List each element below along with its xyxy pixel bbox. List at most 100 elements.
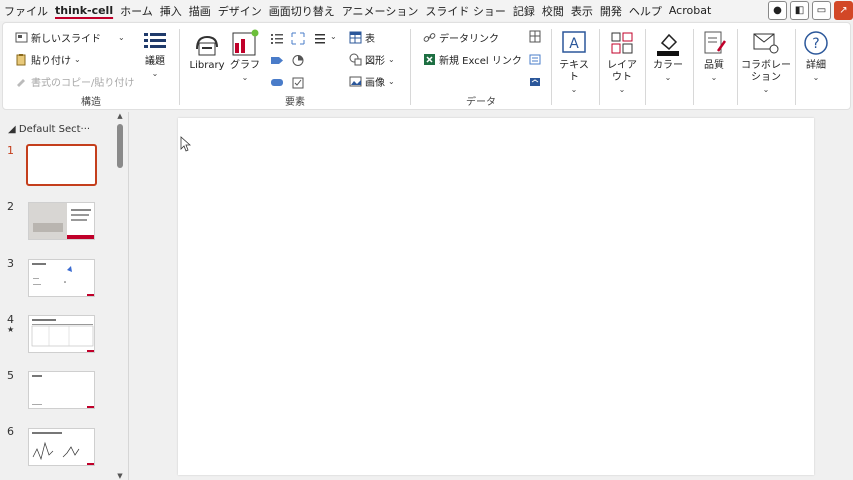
data-grid-icon[interactable] bbox=[528, 30, 542, 43]
chevron-shape-icon[interactable] bbox=[270, 54, 284, 67]
slide-canvas[interactable] bbox=[178, 118, 814, 475]
menu-view[interactable]: 表示 bbox=[571, 3, 600, 19]
ribbon-divider bbox=[693, 29, 694, 105]
comment-icon[interactable]: ▭ bbox=[812, 1, 831, 20]
graph-icon bbox=[232, 29, 259, 56]
office-icon[interactable]: ◧ bbox=[790, 1, 809, 20]
slide-thumbnail-6[interactable] bbox=[28, 428, 95, 466]
menu-transitions[interactable]: 画面切り替え bbox=[269, 3, 342, 19]
slide-number: 6 bbox=[7, 425, 14, 438]
menu-review[interactable]: 校閲 bbox=[542, 3, 571, 19]
layout-button[interactable]: レイア ウト ⌄ bbox=[603, 29, 641, 96]
menu-animations[interactable]: アニメーション bbox=[342, 3, 426, 19]
menu-developer[interactable]: 開発 bbox=[600, 3, 629, 19]
chevron-down-icon: ⌄ bbox=[388, 77, 395, 86]
scroll-up-icon[interactable]: ▲ bbox=[115, 112, 125, 120]
new-excel-link-label: 新規 Excel リンク bbox=[439, 56, 522, 67]
scrollbar-thumb[interactable] bbox=[117, 124, 123, 168]
slide-thumbnail-5[interactable] bbox=[28, 371, 95, 409]
slide-2-preview bbox=[29, 203, 94, 239]
help-circle-icon: ? bbox=[804, 31, 828, 55]
slide-number: 1 bbox=[7, 144, 14, 157]
layout-label-line2: ウト bbox=[612, 72, 632, 83]
agenda-icon bbox=[144, 33, 166, 48]
ribbon-divider bbox=[737, 29, 738, 105]
graph-button[interactable]: グラフ ⌄ bbox=[230, 29, 260, 84]
slide-thumbnail-3[interactable] bbox=[28, 259, 95, 297]
color-label: カラー bbox=[653, 60, 683, 71]
section-header[interactable]: ◢ Default Sect··· bbox=[8, 124, 90, 135]
slide-thumbnail-4[interactable] bbox=[28, 315, 95, 353]
shape-button[interactable]: 図形 ⌄ bbox=[349, 52, 395, 67]
menu-design[interactable]: デザイン bbox=[218, 3, 269, 19]
paste-button[interactable]: 貼り付け ⌄ bbox=[15, 52, 81, 67]
menu-bar: ファイル think-cell ホーム 挿入 描画 デザイン 画面切り替え アニ… bbox=[0, 0, 853, 21]
pie-icon[interactable] bbox=[291, 54, 305, 67]
record-icon[interactable]: ● bbox=[768, 1, 787, 20]
scroll-down-icon[interactable]: ▼ bbox=[115, 472, 125, 480]
details-button[interactable]: ? 詳細 ⌄ bbox=[799, 29, 833, 84]
menu-acrobat[interactable]: Acrobat bbox=[669, 4, 718, 17]
slide-thumbnail-pane: ◢ Default Sect··· 1 2 3 4 ★ 5 6 ▲ ▼ bbox=[0, 112, 128, 480]
menu-slideshow[interactable]: スライド ショー bbox=[425, 3, 513, 19]
layout-label-line1: レイア bbox=[607, 60, 637, 71]
pane-scrollbar[interactable]: ▲ ▼ bbox=[115, 112, 125, 480]
agenda-label: 議題 bbox=[145, 56, 165, 67]
list-icon[interactable] bbox=[314, 32, 328, 45]
collaboration-label-line1: コラボレー bbox=[741, 60, 791, 71]
svg-text:A: A bbox=[569, 36, 579, 52]
image-button[interactable]: 画像 ⌄ bbox=[349, 74, 395, 89]
chevron-down-icon[interactable]: ⌄ bbox=[330, 32, 337, 41]
new-slide-button[interactable]: 新しいスライド ⌄ bbox=[15, 30, 125, 45]
format-painter-icon bbox=[17, 79, 25, 87]
ribbon-divider bbox=[551, 29, 552, 105]
slide-thumbnail-1[interactable] bbox=[26, 144, 97, 186]
checkbox-icon[interactable] bbox=[291, 76, 305, 89]
format-painter-button[interactable]: 書式のコピー/貼り付け bbox=[15, 74, 134, 89]
agenda-button[interactable]: 議題 ⌄ bbox=[141, 31, 169, 80]
color-button[interactable]: カラー ⌄ bbox=[649, 29, 687, 84]
layout-icon bbox=[611, 32, 633, 54]
slide-thumbnail-2[interactable] bbox=[28, 202, 95, 240]
group-structure: 新しいスライド ⌄ 貼り付け ⌄ 書式のコピー/貼り付け 議題 ⌄ 構造 bbox=[3, 23, 179, 111]
data-link-button[interactable]: データリンク bbox=[423, 30, 499, 45]
table-label: 表 bbox=[365, 34, 375, 45]
details-label: 詳細 bbox=[806, 60, 826, 71]
slide-number: 2 bbox=[7, 200, 14, 213]
text-button[interactable]: A テキスト ⌄ bbox=[555, 29, 593, 96]
table-button[interactable]: 表 bbox=[349, 30, 375, 45]
menu-insert[interactable]: 挿入 bbox=[160, 3, 189, 19]
chevron-down-icon: ⌄ bbox=[570, 85, 578, 94]
image-label: 画像 bbox=[365, 78, 385, 89]
collaboration-button[interactable]: コラボレー ション ⌄ bbox=[741, 29, 791, 96]
menu-record[interactable]: 記録 bbox=[513, 3, 542, 19]
library-button[interactable]: Library bbox=[188, 29, 226, 72]
bullet-list-icon[interactable] bbox=[270, 32, 284, 45]
chevron-down-icon: ⌄ bbox=[151, 69, 159, 78]
quality-icon bbox=[704, 31, 727, 54]
menu-draw[interactable]: 描画 bbox=[189, 3, 218, 19]
collapse-triangle-icon[interactable]: ◢ bbox=[8, 124, 16, 135]
group-elements-label: 要素 bbox=[285, 97, 305, 108]
ribbon: 新しいスライド ⌄ 貼り付け ⌄ 書式のコピー/貼り付け 議題 ⌄ 構造 Lib… bbox=[2, 22, 851, 110]
expand-icon[interactable] bbox=[291, 32, 305, 45]
data-refresh-icon[interactable] bbox=[528, 75, 542, 88]
quality-label: 品質 bbox=[704, 60, 724, 71]
rounded-rect-icon[interactable] bbox=[270, 76, 284, 89]
chevron-down-icon: ⌄ bbox=[618, 85, 626, 94]
pane-divider[interactable] bbox=[128, 112, 129, 480]
menu-help[interactable]: ヘルプ bbox=[629, 3, 669, 19]
data-edit-icon[interactable] bbox=[528, 53, 542, 66]
quality-button[interactable]: 品質 ⌄ bbox=[697, 29, 731, 84]
slide-3-preview bbox=[32, 263, 94, 296]
section-title: Default Sect··· bbox=[18, 124, 91, 135]
menu-home[interactable]: ホーム bbox=[120, 3, 160, 19]
menu-file[interactable]: ファイル bbox=[4, 3, 55, 19]
menu-think-cell[interactable]: think-cell bbox=[55, 4, 120, 17]
library-icon bbox=[196, 35, 218, 56]
slide-5-preview bbox=[32, 375, 94, 408]
new-excel-link-button[interactable]: 新規 Excel リンク bbox=[423, 52, 522, 67]
chevron-down-icon: ⌄ bbox=[710, 73, 718, 82]
data-link-label: データリンク bbox=[439, 34, 499, 45]
share-icon[interactable]: ↗ bbox=[834, 1, 853, 20]
